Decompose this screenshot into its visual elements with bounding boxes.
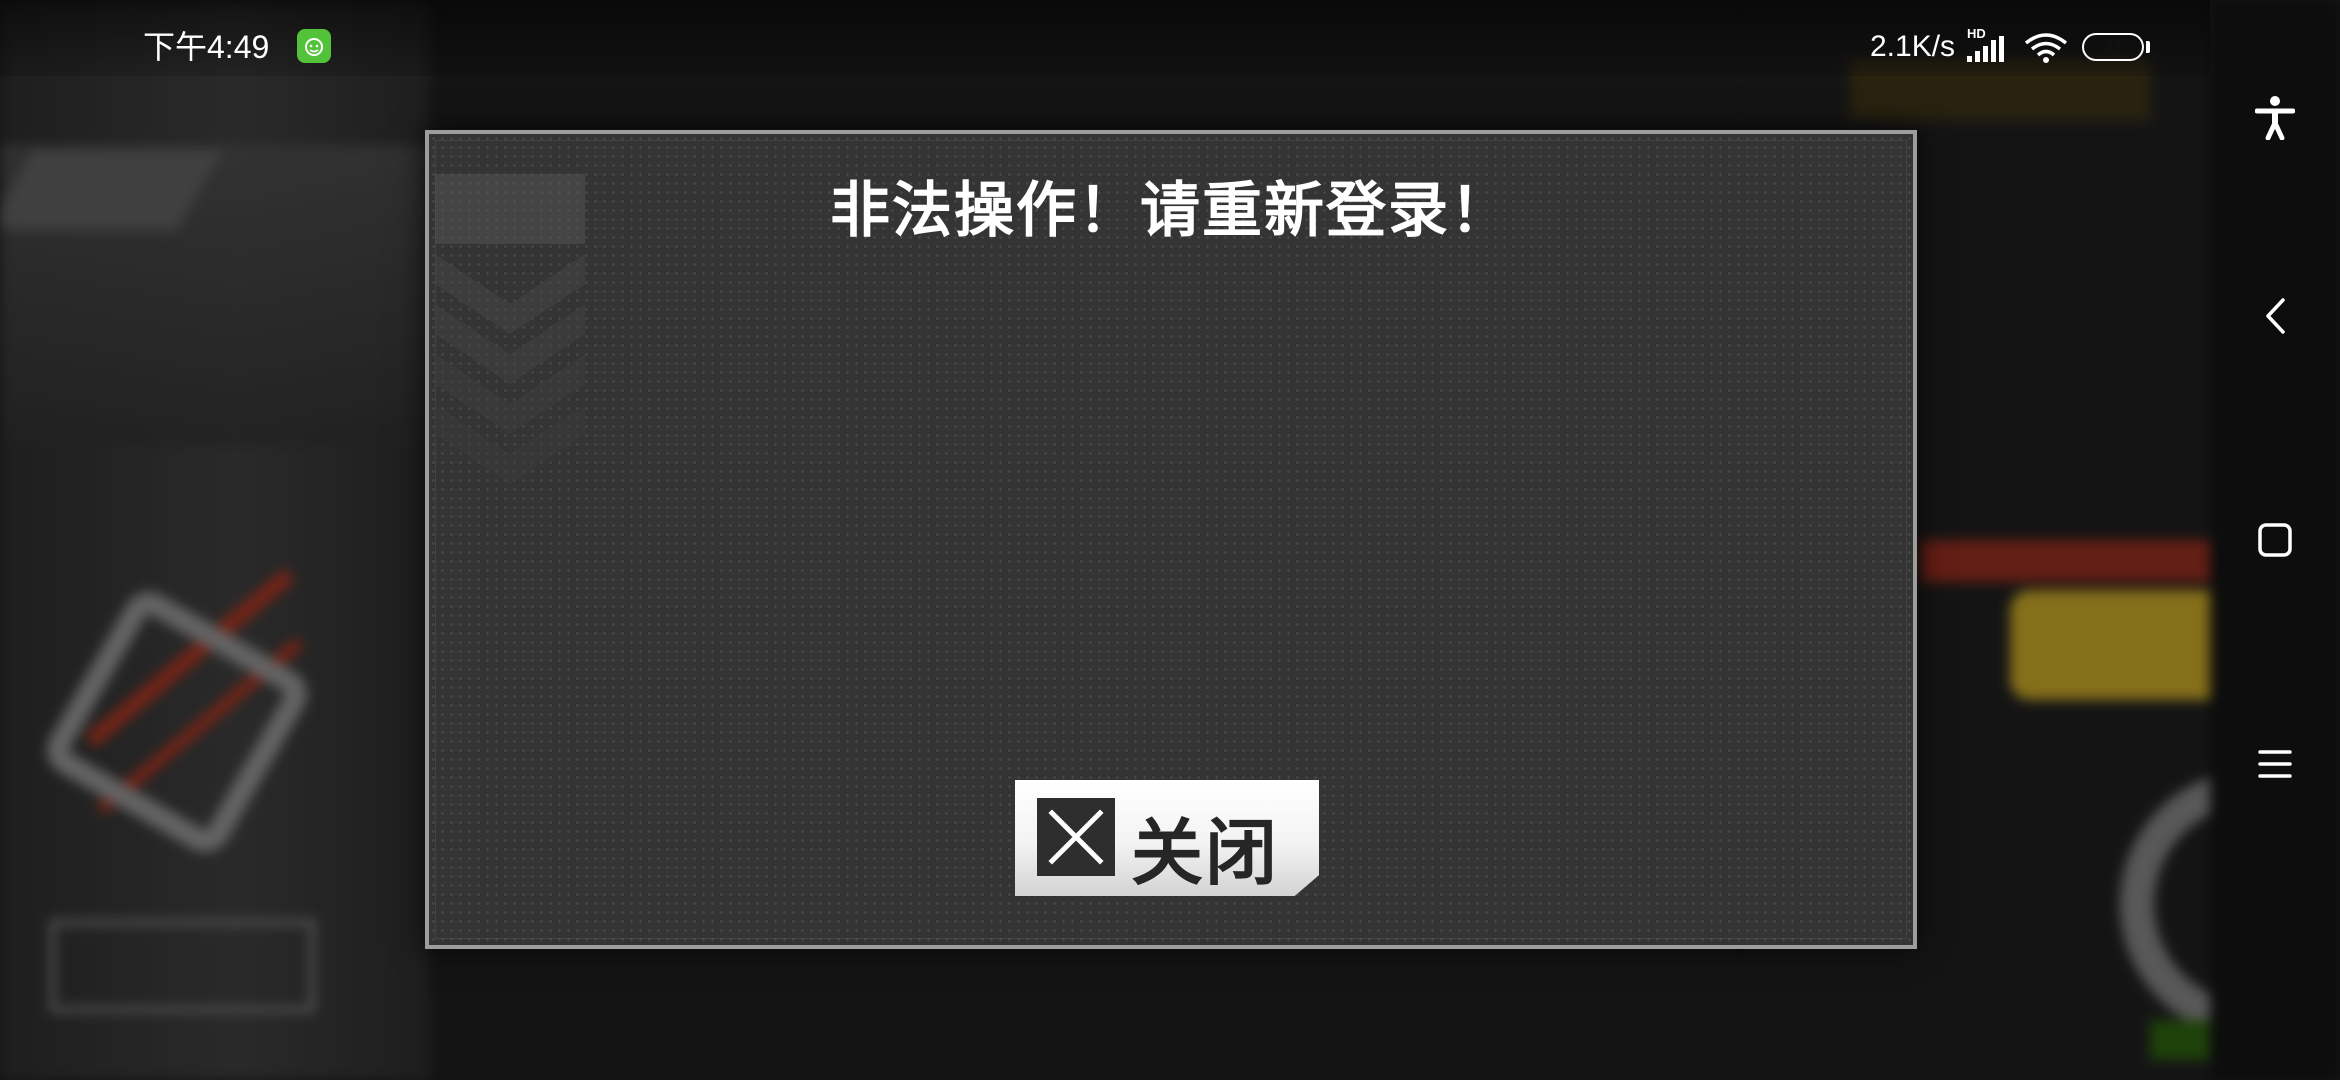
app-notification-icon	[297, 29, 331, 63]
menu-icon[interactable]	[2247, 736, 2303, 792]
battery-nub	[2146, 41, 2150, 53]
battery-icon: 37	[2082, 33, 2144, 61]
status-bar: 下午4:49 2.1K/s HD 37	[0, 0, 2210, 76]
home-icon[interactable]	[2247, 512, 2303, 568]
status-time: 下午4:49	[143, 29, 270, 65]
back-icon[interactable]	[2247, 288, 2303, 344]
signal-icon	[1967, 36, 2004, 62]
wifi-icon	[2024, 33, 2068, 63]
battery-level: 37	[2102, 36, 2124, 56]
close-icon	[1037, 798, 1115, 876]
close-button[interactable]: 关闭	[1015, 780, 1319, 896]
accessibility-icon[interactable]	[2247, 90, 2303, 146]
error-dialog: 非法操作！请重新登录！ 关闭	[425, 130, 1917, 949]
navigation-bar	[2210, 0, 2340, 1080]
error-message: 非法操作！请重新登录！	[830, 176, 1512, 246]
close-button-label: 关闭	[1131, 810, 1280, 895]
network-speed: 2.1K/s	[1870, 30, 1956, 63]
